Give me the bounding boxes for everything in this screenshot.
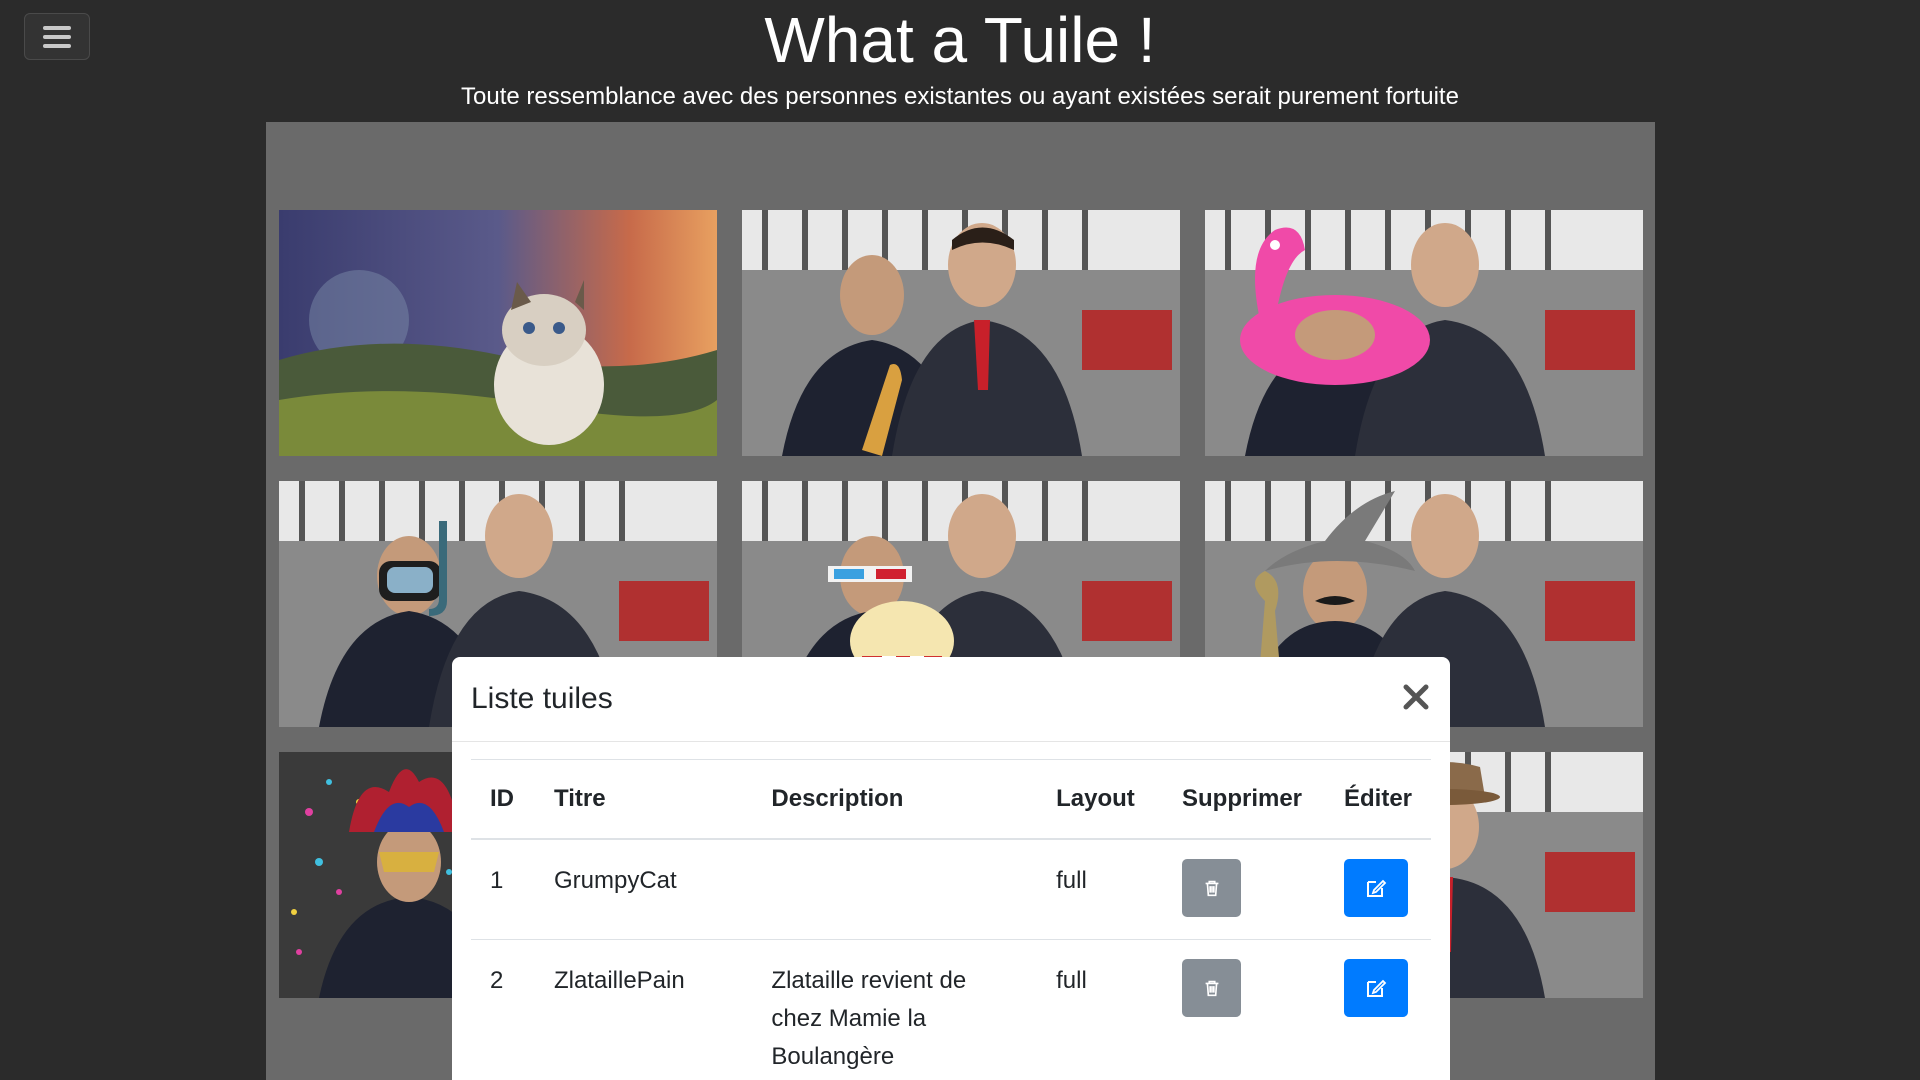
edit-button[interactable] <box>1343 959 1408 1017</box>
zlataillepain-image <box>742 210 1180 456</box>
flamingo-image <box>1205 210 1643 456</box>
edit-icon <box>1366 979 1387 997</box>
row-description <box>752 839 1038 940</box>
col-id: ID <box>471 759 535 840</box>
tile-flamingo[interactable] <box>1205 210 1643 456</box>
table-row: 1 GrumpyCat full <box>471 839 1431 940</box>
delete-button[interactable] <box>1182 859 1241 917</box>
grumpycat-image <box>279 210 717 456</box>
col-layout: Layout <box>1037 759 1163 840</box>
close-button[interactable] <box>1400 681 1432 713</box>
row-layout: full <box>1037 939 1163 1080</box>
col-description: Description <box>752 759 1038 840</box>
page-title: What a Tuile ! <box>764 4 1156 76</box>
close-icon <box>1403 684 1429 710</box>
edit-cell <box>1324 839 1431 940</box>
row-layout: full <box>1037 839 1163 940</box>
col-supprimer: Supprimer <box>1163 759 1325 840</box>
page-subtitle: Toute ressemblance avec des personnes ex… <box>461 83 1459 110</box>
delete-button[interactable] <box>1182 959 1241 1017</box>
modal-header: Liste tuiles <box>452 657 1450 742</box>
trash-icon <box>1205 980 1218 997</box>
row-titre: GrumpyCat <box>534 839 753 940</box>
row-titre: ZlataillePain <box>534 939 753 1080</box>
edit-icon <box>1366 879 1387 897</box>
table-row: 2 ZlataillePain Zlataille revient de che… <box>471 939 1431 1080</box>
trash-icon <box>1205 880 1218 897</box>
delete-cell <box>1163 939 1325 1080</box>
table-header-row: ID Titre Description Layout Supprimer Éd… <box>471 759 1431 840</box>
modal-title: Liste tuiles <box>471 682 613 715</box>
tiles-list-modal: Liste tuiles ID Titre Description Layout… <box>452 657 1450 1080</box>
delete-cell <box>1163 839 1325 940</box>
tile-grumpycat[interactable] <box>279 210 717 456</box>
tile-zlataillepain[interactable] <box>742 210 1180 456</box>
tiles-table: ID Titre Description Layout Supprimer Éd… <box>471 759 1431 1080</box>
col-titre: Titre <box>534 759 753 840</box>
row-description: Zlataille revient de chez Mamie la Boula… <box>752 939 1038 1080</box>
row-id: 1 <box>471 839 535 940</box>
edit-button[interactable] <box>1343 859 1408 917</box>
col-editer: Éditer <box>1324 759 1431 840</box>
row-id: 2 <box>471 939 535 1080</box>
edit-cell <box>1324 939 1431 1080</box>
